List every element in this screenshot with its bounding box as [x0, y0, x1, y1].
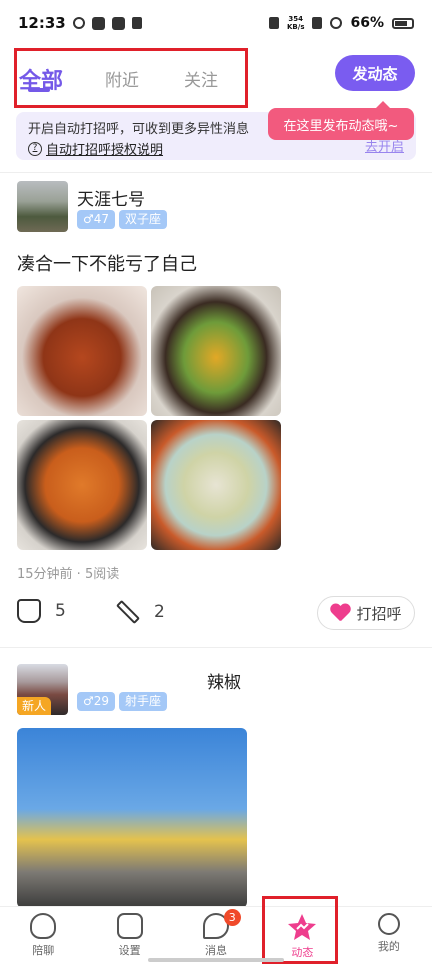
home-indicator	[148, 958, 284, 962]
nav-highlight-box	[262, 896, 338, 964]
heart-rate-icon	[30, 913, 57, 939]
nav-label: 设置	[118, 944, 141, 957]
post-image[interactable]	[17, 420, 147, 550]
tab-nearby[interactable]: 附近	[105, 66, 139, 91]
post-username[interactable]: 辣椒	[207, 668, 241, 693]
nav-chat-companion[interactable]: 陪聊	[0, 907, 86, 964]
pen-icon	[115, 599, 141, 625]
post-image[interactable]	[17, 286, 147, 416]
nav-label: 消息	[205, 944, 228, 957]
post-image[interactable]	[17, 728, 247, 908]
like-count: 5	[55, 601, 66, 621]
top-tabs: 全部 附近 关注	[14, 48, 248, 108]
gender-age-tag: ♂29	[77, 692, 116, 711]
post-tooltip: 在这里发布动态哦~	[268, 101, 414, 140]
post-image[interactable]	[151, 286, 281, 416]
net-speed-value: 354	[288, 15, 304, 23]
status-bar: 12:33 354 KB/s 66%	[0, 0, 432, 46]
status-time: 12:33	[18, 14, 66, 32]
heart-icon	[330, 604, 350, 622]
net-speed-unit: KB/s	[287, 23, 305, 31]
nav-label: 我的	[377, 940, 400, 953]
zodiac-tag: 双子座	[119, 210, 168, 229]
wifi-icon	[330, 17, 343, 29]
battery-percent: 66%	[350, 15, 384, 31]
avatar[interactable]: 新人	[17, 664, 68, 715]
post-text: 凑合一下不能亏了自己	[17, 254, 197, 275]
new-user-badge: 新人	[17, 697, 51, 715]
post-moment-button[interactable]: 发动态	[335, 55, 415, 91]
app-notification-icon	[111, 16, 125, 30]
battery-icon	[392, 17, 414, 29]
nav-label: 陪聊	[32, 944, 55, 957]
greet-label: 打招呼	[356, 604, 402, 623]
tiktok-icon	[91, 16, 105, 30]
settings-hex-icon	[116, 913, 143, 939]
post-username[interactable]: 天涯七号	[77, 185, 145, 210]
greet-button[interactable]: 打招呼	[317, 596, 415, 630]
tab-following[interactable]: 关注	[184, 66, 218, 91]
divider	[0, 172, 432, 173]
zodiac-tag: 射手座	[119, 692, 168, 711]
post-image[interactable]	[151, 420, 281, 550]
notice-help-link[interactable]: ? 自动打招呼授权说明	[28, 139, 404, 158]
status-right: 354 KB/s 66%	[269, 15, 414, 31]
user-icon	[377, 913, 400, 935]
user-tags: ♂47 双子座	[77, 210, 168, 229]
question-icon: ?	[28, 141, 42, 156]
tab-active-indicator	[28, 88, 50, 92]
bulb-icon	[131, 17, 142, 29]
bottom-nav: 陪聊 设置 3 消息 动态 我的	[0, 906, 432, 964]
comment-button[interactable]: 2	[115, 599, 165, 625]
notice-help-label: 自动打招呼授权说明	[46, 143, 164, 158]
unread-badge: 3	[223, 909, 241, 926]
nav-profile[interactable]: 我的	[346, 907, 432, 964]
sync-icon	[72, 17, 85, 29]
post-separator	[0, 647, 432, 648]
status-left: 12:33	[18, 14, 142, 32]
comment-count: 2	[154, 602, 165, 622]
like-button[interactable]: 5	[17, 599, 66, 623]
vibrate-icon	[269, 17, 279, 29]
nav-settings[interactable]: 设置	[86, 907, 172, 964]
gender-age-tag: ♂47	[77, 210, 116, 229]
user-tags: ♂29 射手座	[77, 692, 168, 711]
thumbs-up-icon	[17, 599, 41, 623]
network-speed: 354 KB/s	[287, 15, 304, 31]
no-sim-icon	[312, 17, 323, 29]
post-meta: 15分钟前 · 5阅读	[17, 567, 120, 582]
avatar[interactable]	[17, 181, 68, 232]
nav-messages[interactable]: 3 消息	[173, 907, 259, 964]
